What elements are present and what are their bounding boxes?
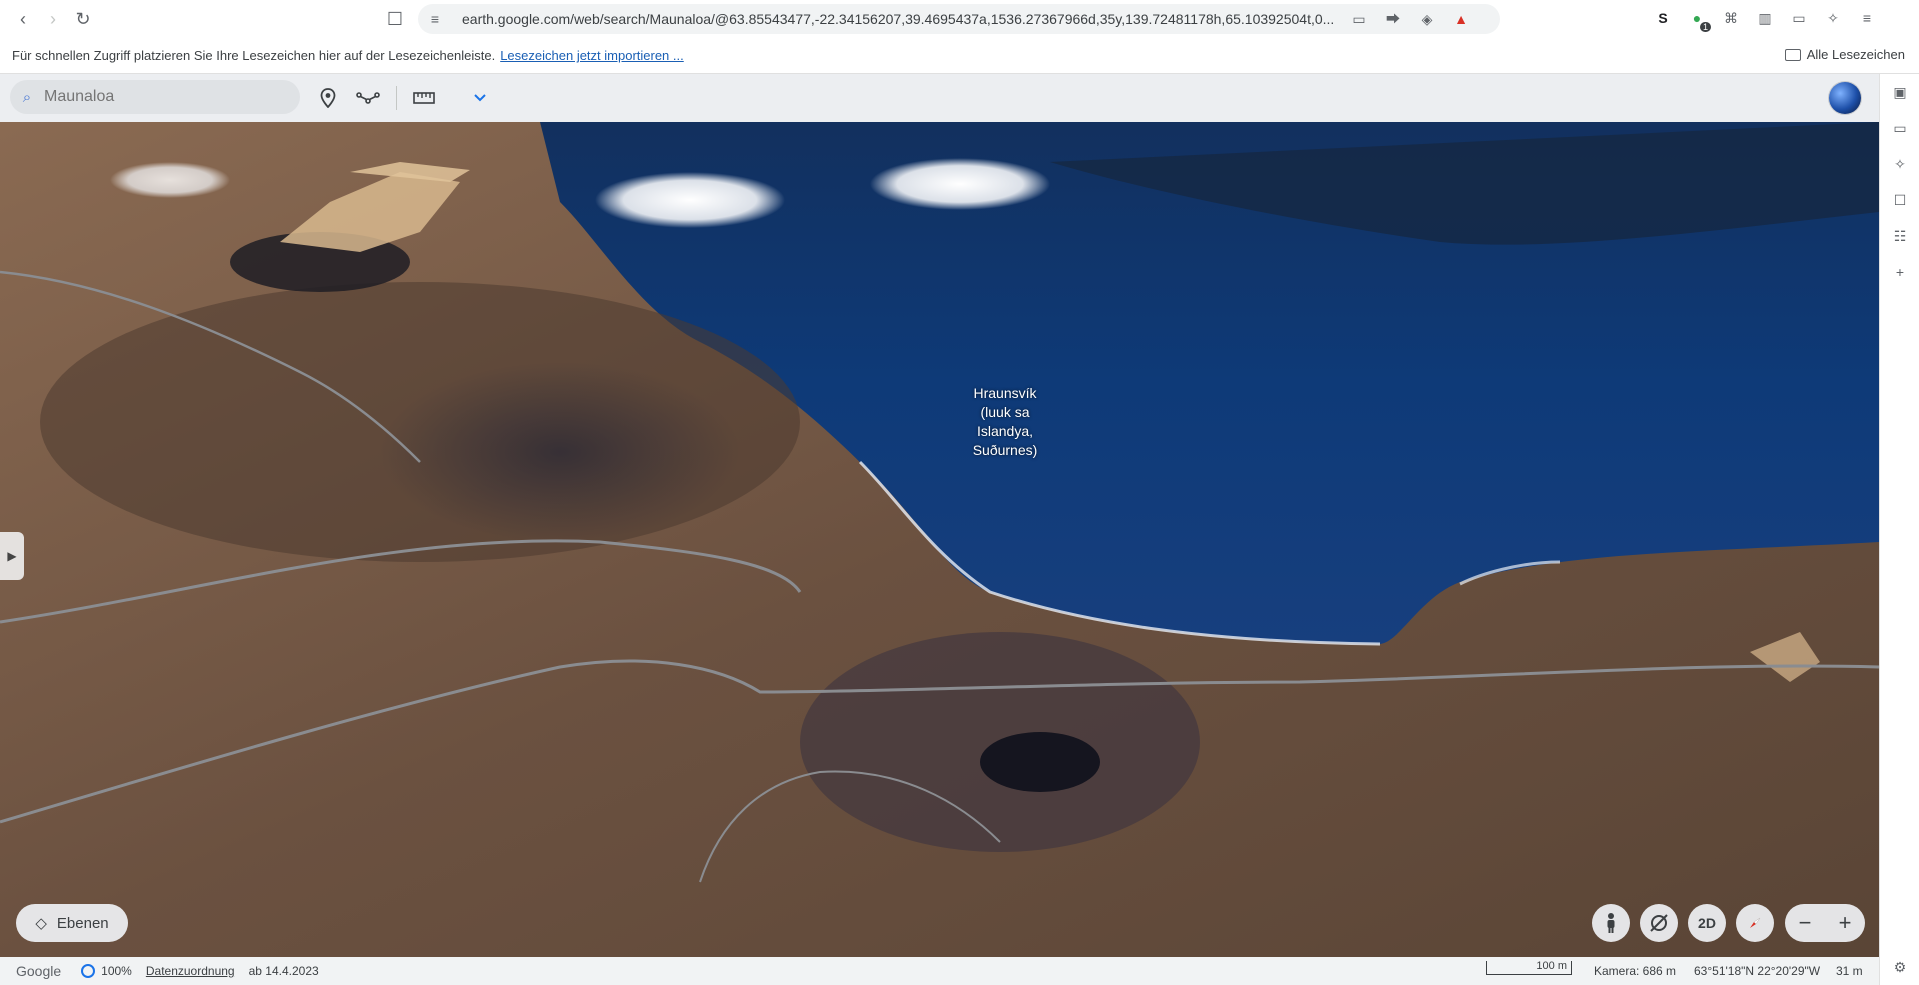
scale-label: 100 m	[1536, 960, 1567, 972]
all-bookmarks-label: Alle Lesezeichen	[1806, 47, 1905, 62]
loading-ring-icon	[81, 964, 96, 978]
reload-button[interactable]: ↻	[68, 4, 98, 34]
expand-panel-tab[interactable]: ▶	[0, 532, 24, 580]
ruler-icon	[413, 92, 435, 104]
zoom-out-button[interactable]: −	[1799, 910, 1812, 936]
side-wallet-icon[interactable]: ▭	[1880, 110, 1919, 146]
browser-toolbar: ‹ › ↻ ☐ ≡ earth.google.com/web/search/Ma…	[0, 0, 1919, 38]
imagery-date: ab 14.4.2023	[248, 964, 319, 978]
site-info-icon[interactable]: ≡	[424, 8, 446, 30]
tilt-toggle-button[interactable]	[1640, 904, 1678, 942]
toolbar-divider	[396, 86, 397, 110]
google-logo: Google	[16, 963, 62, 979]
place-label-line: (luuk sa	[980, 404, 1030, 420]
path-tool[interactable]	[356, 86, 380, 110]
load-percent: 100%	[101, 964, 132, 978]
side-reading-list-icon[interactable]: ☷	[1880, 218, 1919, 254]
shield-icon[interactable]: ◈	[1416, 8, 1438, 30]
place-label-line: Hraunsvík	[973, 385, 1037, 401]
menu-icon[interactable]: ≡	[1855, 6, 1879, 30]
earth-toolbar: ⌕	[0, 74, 1879, 122]
browser-side-panel: ▣ ▭ ✧ ☐ ☷ + ⚙	[1879, 74, 1919, 985]
search-input[interactable]	[44, 88, 274, 106]
extensions-area: S ● 1 ⌘ ▥ ▭ ✧ ≡	[1651, 6, 1879, 32]
ext-shield-icon[interactable]: ● 1	[1685, 6, 1711, 32]
chevron-down-icon	[474, 94, 486, 102]
ground-elevation: 31 m	[1836, 964, 1863, 978]
layers-label: Ebenen	[56, 914, 109, 932]
url-text: earth.google.com/web/search/Maunaloa/@63…	[462, 11, 1335, 27]
side-bookmarks-icon[interactable]: ☐	[1880, 182, 1919, 218]
cast-icon[interactable]: ▭	[1348, 8, 1370, 30]
reload-icon: ↻	[75, 8, 91, 29]
forward-button[interactable]: ›	[38, 4, 68, 34]
search-icon: ⌕	[22, 88, 32, 106]
mode-2d-button[interactable]: 2D	[1688, 904, 1726, 942]
earth-3d-view[interactable]: Hraunsvík (luuk sa Islandya, Suðurnes)	[0, 122, 1879, 957]
browser-window: ‹ › ↻ ☐ ≡ earth.google.com/web/search/Ma…	[0, 0, 1919, 985]
zoom-controls: − +	[1785, 904, 1865, 942]
side-video-icon[interactable]: ▣	[1880, 74, 1919, 110]
location-pin-icon	[320, 88, 336, 108]
scale-bar: 100 m	[1486, 961, 1572, 975]
caret-right-icon: ▶	[7, 549, 17, 563]
ext-badge: 1	[1699, 22, 1711, 32]
terrain-render	[0, 122, 1879, 957]
cursor-coordinates: 63°51'18"N 22°20'29"W	[1694, 964, 1821, 978]
search-box[interactable]: ⌕	[10, 80, 300, 114]
street-view-pegman-button[interactable]	[1592, 904, 1630, 942]
back-button[interactable]: ‹	[8, 4, 38, 34]
place-label-hraunsvik[interactable]: Hraunsvík (luuk sa Islandya, Suðurnes)	[955, 384, 1055, 460]
data-attribution-link[interactable]: Datenzuordnung	[146, 964, 235, 978]
account-globe-avatar[interactable]	[1829, 82, 1861, 114]
side-settings-icon[interactable]: ⚙	[1880, 949, 1919, 985]
side-ai-icon[interactable]: ✧	[1880, 146, 1919, 182]
all-bookmarks-button[interactable]: Alle Lesezeichen	[1784, 47, 1905, 62]
sidebar-icon[interactable]: ▥	[1753, 6, 1777, 30]
bookmarks-bar: Für schnellen Zugriff platzieren Sie Ihr…	[0, 38, 1919, 74]
address-bar[interactable]: ≡ earth.google.com/web/search/Maunaloa/@…	[418, 4, 1500, 34]
rewards-triangle-icon[interactable]: ▲	[1450, 8, 1472, 30]
wallet-icon[interactable]: ▭	[1787, 6, 1811, 30]
place-label-line: Suðurnes)	[972, 442, 1038, 458]
bookmarks-hint: Für schnellen Zugriff platzieren Sie Ihr…	[12, 48, 496, 63]
arrow-right-icon: ›	[50, 8, 56, 29]
place-label-line: Islandya,	[976, 423, 1034, 439]
zoom-in-button[interactable]: +	[1839, 910, 1852, 936]
path-icon	[356, 92, 380, 104]
folder-icon	[1784, 48, 1801, 61]
compass-icon	[1750, 917, 1761, 928]
ext-s-icon[interactable]: S	[1651, 6, 1675, 30]
layers-icon: ◇	[35, 915, 47, 932]
share-icon[interactable]: ⮕	[1382, 8, 1404, 30]
more-tools-dropdown[interactable]	[468, 86, 492, 110]
layers-button[interactable]: ◇ Ebenen	[16, 904, 128, 942]
arrow-left-icon: ‹	[20, 8, 26, 29]
pegman-icon	[1607, 913, 1615, 933]
compass-button[interactable]	[1736, 904, 1774, 942]
side-add-icon[interactable]: +	[1880, 254, 1919, 290]
measure-tool[interactable]	[412, 86, 436, 110]
camera-altitude: Kamera: 686 m	[1594, 964, 1677, 978]
bookmark-icon: ☐	[386, 8, 404, 29]
placemark-tool[interactable]	[316, 86, 340, 110]
import-bookmarks-link[interactable]: Lesezeichen jetzt importieren ...	[500, 48, 684, 63]
no-tilt-icon	[1650, 914, 1668, 932]
puzzle-icon[interactable]: ⌘	[1719, 6, 1743, 30]
earth-status-bar: Google 100% Datenzuordnung ab 14.4.2023 …	[0, 957, 1879, 985]
ai-sparkle-icon[interactable]: ✧	[1821, 6, 1845, 30]
bookmark-button[interactable]: ☐	[380, 4, 410, 34]
